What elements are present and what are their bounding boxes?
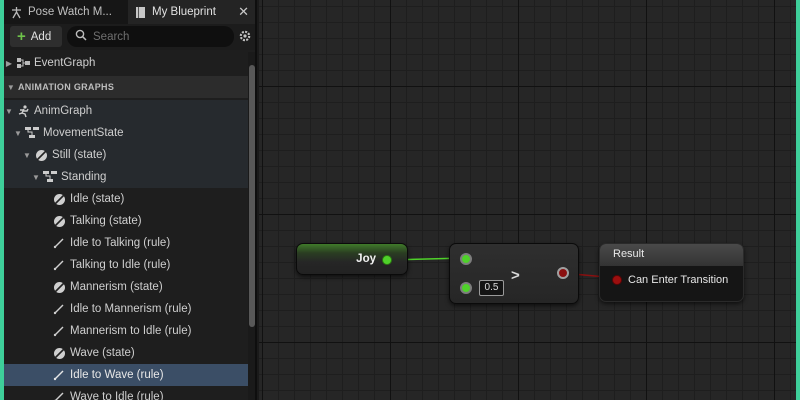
tree-item-movement-state[interactable]: ▼ MovementState [4, 122, 248, 144]
search-input[interactable] [93, 30, 223, 43]
tree-item-still-state[interactable]: ▼ Still (state) [4, 144, 248, 166]
can-enter-transition-pin[interactable] [612, 275, 622, 285]
collapse-arrow-icon[interactable]: ▼ [31, 173, 41, 182]
tree-item-label: Standing [61, 171, 107, 183]
tree-item-idle-to-mannerism-rule[interactable]: Idle to Mannerism (rule) [4, 298, 248, 320]
tree-item-label: Idle (state) [70, 193, 125, 205]
close-icon[interactable]: ✕ [238, 4, 249, 20]
section-animation-graphs[interactable]: ▼ ANIMATION GRAPHS [4, 76, 248, 98]
tree-item-label: AnimGraph [34, 105, 93, 117]
compare-output-pin[interactable] [557, 267, 569, 279]
plus-icon: + [17, 28, 26, 45]
greater-than-node[interactable]: 0.5 > [449, 243, 579, 304]
greater-than-operator: > [511, 267, 520, 284]
search-icon [75, 29, 87, 44]
tree-item-talking-state[interactable]: Talking (state) [4, 210, 248, 232]
rule-icon [52, 324, 66, 338]
panel-toolbar: + Add [4, 24, 255, 50]
tab-my-blueprint[interactable]: My Blueprint ✕ [128, 0, 255, 24]
tree-item-label: Wave to Idle (rule) [70, 391, 164, 400]
graph-canvas[interactable]: Joy 0.5 > Result Can Enter Transition [259, 0, 796, 400]
tree-item-standing[interactable]: ▼ Standing [4, 166, 248, 188]
add-button-label: Add [30, 30, 52, 43]
my-blueprint-panel: Pose Watch M... My Blueprint ✕ + Add Sea… [4, 0, 257, 400]
state-icon [52, 346, 66, 360]
blueprint-editor: Pose Watch M... My Blueprint ✕ + Add Sea… [4, 0, 796, 400]
tree-item-idle-to-wave-rule[interactable]: Idle to Wave (rule) [4, 364, 248, 386]
collapse-arrow-icon[interactable]: ▼ [4, 107, 14, 116]
tree-item-idle-to-talking-rule[interactable]: Idle to Talking (rule) [4, 232, 248, 254]
tree-item-label: MovementState [43, 127, 124, 139]
tab-pose-watch-label: Pose Watch M... [28, 6, 112, 18]
tree-item-wave-to-idle-rule[interactable]: Wave to Idle (rule) [4, 386, 248, 400]
scrollbar-thumb[interactable] [249, 65, 255, 327]
tab-bar: Pose Watch M... My Blueprint ✕ [4, 0, 255, 24]
tree-item-wave-state[interactable]: Wave (state) [4, 342, 248, 364]
pose-watch-icon [10, 6, 23, 19]
tab-pose-watch[interactable]: Pose Watch M... [4, 0, 128, 24]
tab-my-blueprint-label: My Blueprint [152, 6, 216, 18]
tree-item-mannerism-state[interactable]: Mannerism (state) [4, 276, 248, 298]
state-machine-icon [25, 126, 39, 140]
tree-item-label: Mannerism to Idle (rule) [70, 325, 192, 337]
event-graph-icon [16, 56, 30, 70]
state-machine-icon [43, 170, 57, 184]
tree-item-idle-state[interactable]: Idle (state) [4, 188, 248, 210]
tree-item-label: Idle to Wave (rule) [70, 369, 164, 381]
blueprint-tree: ▶ EventGraph ▼ ANIMATION GRAPHS ▼ AnimGr… [4, 52, 248, 400]
tree-item-label: Talking (state) [70, 215, 142, 227]
result-node[interactable]: Result Can Enter Transition [599, 243, 744, 302]
tree-item-label: Wave (state) [70, 347, 135, 359]
tree-item-mannerism-to-idle-rule[interactable]: Mannerism to Idle (rule) [4, 320, 248, 342]
section-header-label: ANIMATION GRAPHS [18, 82, 115, 92]
gear-icon[interactable] [237, 29, 253, 45]
compare-input-a-pin[interactable] [460, 253, 472, 265]
collapse-arrow-icon[interactable]: ▼ [13, 129, 23, 138]
state-icon [34, 148, 48, 162]
collapse-arrow-icon[interactable]: ▼ [22, 151, 32, 160]
add-button[interactable]: + Add [10, 26, 62, 47]
wire-layer [387, 257, 618, 279]
state-icon [52, 280, 66, 294]
search-box [67, 26, 234, 47]
anim-graph-icon [16, 104, 30, 118]
tree-item-label: Mannerism (state) [70, 281, 163, 293]
tree-item-anim-graph[interactable]: ▼ AnimGraph [4, 100, 248, 122]
compare-input-b-pin[interactable] [460, 282, 472, 294]
rule-icon [52, 258, 66, 272]
expand-arrow-icon[interactable]: ▶ [4, 59, 14, 68]
state-icon [52, 192, 66, 206]
tree-item-label: Idle to Mannerism (rule) [70, 303, 192, 315]
rule-icon [52, 302, 66, 316]
compare-value-field[interactable]: 0.5 [479, 280, 504, 296]
rule-icon [52, 390, 66, 400]
joy-node-label: Joy [356, 253, 376, 265]
result-node-title: Result [600, 244, 743, 266]
state-icon [52, 214, 66, 228]
rule-icon [52, 236, 66, 250]
blueprint-book-icon [134, 6, 147, 19]
rule-icon [52, 368, 66, 382]
tree-item-label: Talking to Idle (rule) [70, 259, 171, 271]
tree-item-label: Idle to Talking (rule) [70, 237, 171, 249]
collapse-arrow-icon[interactable]: ▼ [6, 83, 16, 92]
joy-output-pin[interactable] [382, 255, 392, 265]
joy-variable-node[interactable]: Joy [296, 243, 408, 275]
tree-item-label: EventGraph [34, 57, 96, 69]
can-enter-transition-label: Can Enter Transition [628, 274, 729, 286]
tree-item-talking-to-idle-rule[interactable]: Talking to Idle (rule) [4, 254, 248, 276]
tree-item-event-graph[interactable]: ▶ EventGraph [4, 52, 248, 74]
tree-item-label: Still (state) [52, 149, 107, 161]
